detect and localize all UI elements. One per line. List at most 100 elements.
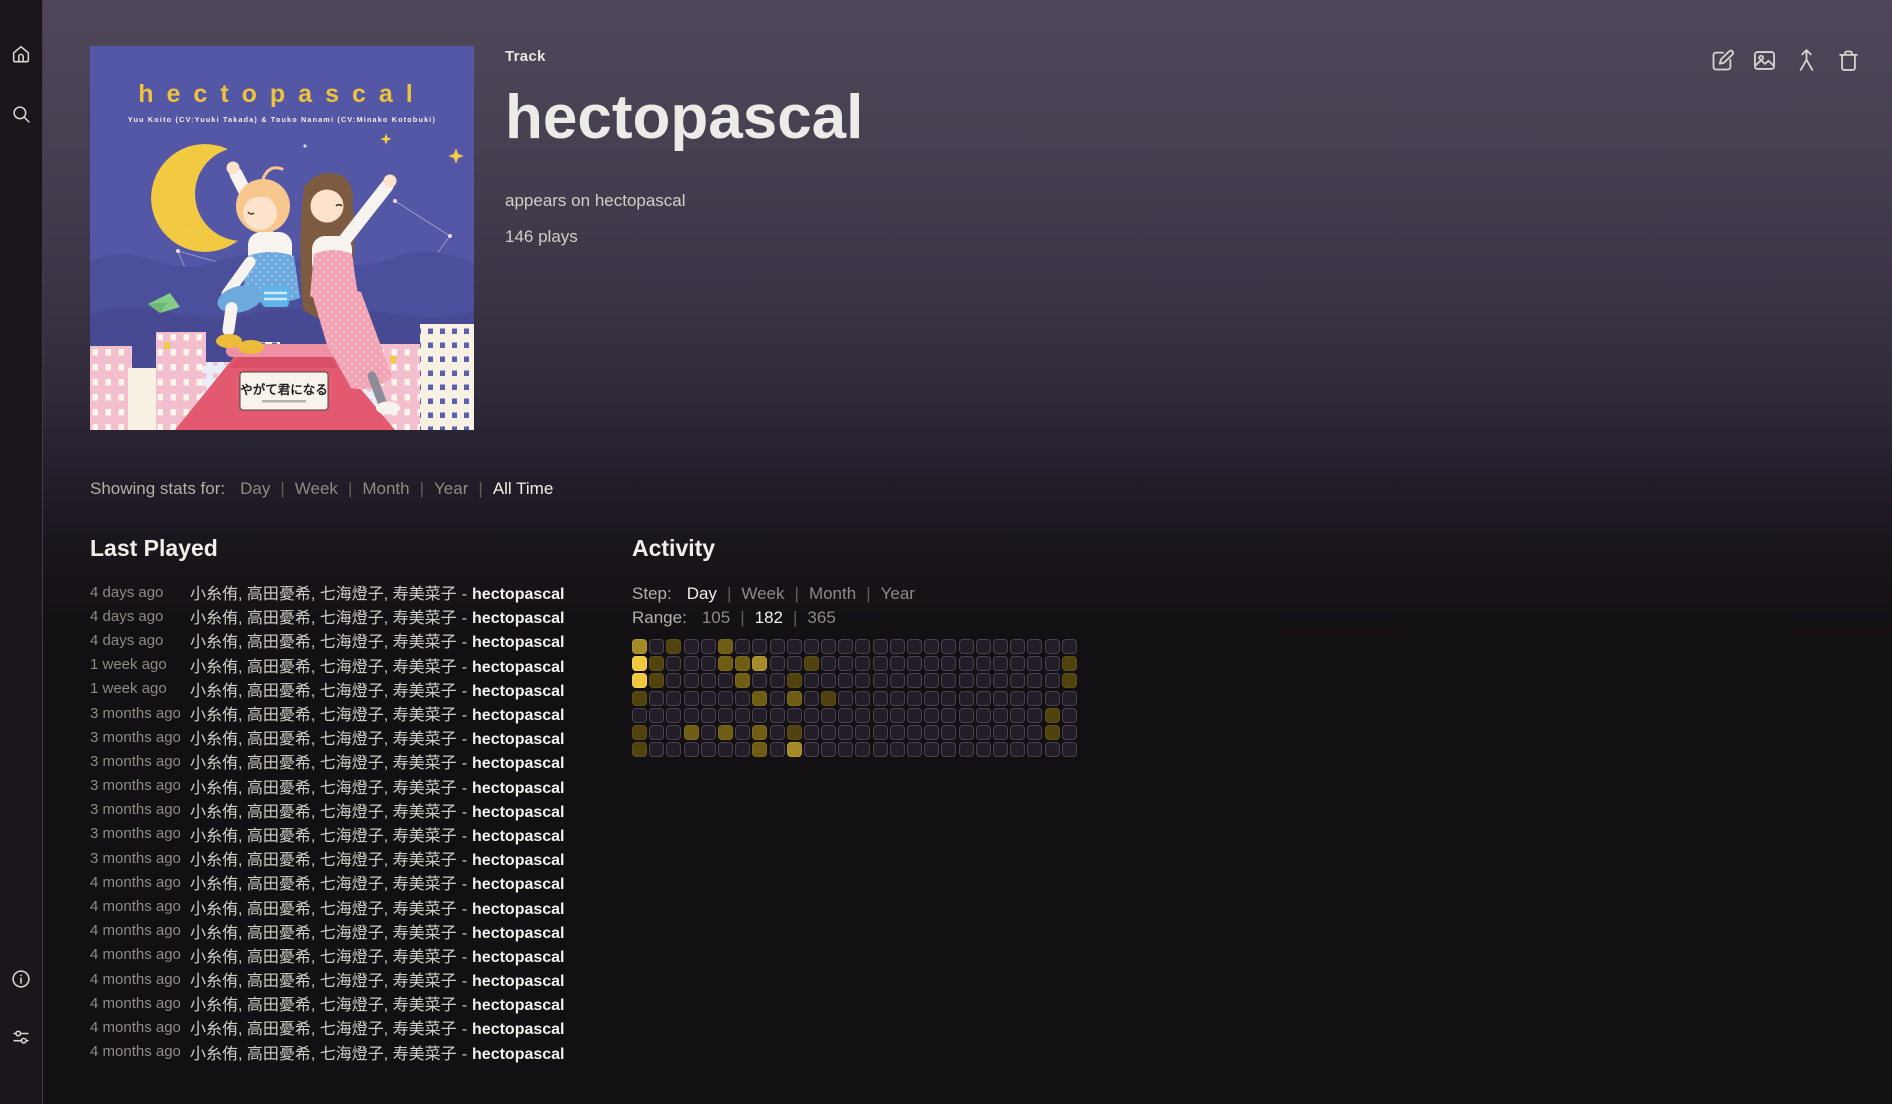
activity-day-cell[interactable] <box>649 691 664 706</box>
activity-day-cell[interactable] <box>993 742 1008 757</box>
activity-day-cell[interactable] <box>855 656 870 671</box>
scrobble-time[interactable]: 1 week ago <box>90 656 190 673</box>
activity-day-cell[interactable] <box>941 708 956 723</box>
activity-day-cell[interactable] <box>1045 691 1060 706</box>
activity-day-cell[interactable] <box>924 656 939 671</box>
activity-day-cell[interactable] <box>666 639 681 654</box>
track-link[interactable]: hectopascal <box>472 973 564 990</box>
activity-day-cell[interactable] <box>649 725 664 740</box>
track-link[interactable]: hectopascal <box>472 925 564 942</box>
range-option-182[interactable]: 182 <box>755 608 783 627</box>
activity-day-cell[interactable] <box>1010 673 1025 688</box>
activity-day-cell[interactable] <box>941 742 956 757</box>
activity-day-cell[interactable] <box>873 656 888 671</box>
scrobble-time[interactable]: 4 months ago <box>90 995 190 1012</box>
activity-day-cell[interactable] <box>907 691 922 706</box>
activity-day-cell[interactable] <box>701 673 716 688</box>
activity-day-cell[interactable] <box>907 742 922 757</box>
track-link[interactable]: hectopascal <box>472 659 564 676</box>
activity-day-cell[interactable] <box>701 691 716 706</box>
activity-day-cell[interactable] <box>787 691 802 706</box>
activity-day-cell[interactable] <box>959 656 974 671</box>
activity-day-cell[interactable] <box>752 725 767 740</box>
activity-day-cell[interactable] <box>924 742 939 757</box>
activity-day-cell[interactable] <box>666 656 681 671</box>
filter-option-month[interactable]: Month <box>362 479 409 498</box>
activity-day-cell[interactable] <box>976 725 991 740</box>
activity-day-cell[interactable] <box>804 708 819 723</box>
activity-day-cell[interactable] <box>993 673 1008 688</box>
activity-day-cell[interactable] <box>959 673 974 688</box>
activity-day-cell[interactable] <box>890 673 905 688</box>
scrobble-time[interactable]: 4 days ago <box>90 608 190 625</box>
artist-links[interactable]: 小糸侑, 高田憂希, 七海燈子, 寿美菜子 <box>190 1021 457 1038</box>
scrobble-time[interactable]: 4 months ago <box>90 898 190 915</box>
track-link[interactable]: hectopascal <box>472 610 564 627</box>
scrobble-time[interactable]: 1 week ago <box>90 680 190 697</box>
activity-day-cell[interactable] <box>666 708 681 723</box>
search-icon[interactable] <box>10 103 32 125</box>
activity-day-cell[interactable] <box>684 708 699 723</box>
track-link[interactable]: hectopascal <box>472 634 564 651</box>
activity-day-cell[interactable] <box>770 742 785 757</box>
activity-day-cell[interactable] <box>924 691 939 706</box>
activity-day-cell[interactable] <box>735 725 750 740</box>
activity-day-cell[interactable] <box>649 708 664 723</box>
activity-day-cell[interactable] <box>701 725 716 740</box>
activity-day-cell[interactable] <box>787 673 802 688</box>
activity-day-cell[interactable] <box>787 656 802 671</box>
activity-day-cell[interactable] <box>924 708 939 723</box>
activity-day-cell[interactable] <box>718 673 733 688</box>
activity-day-cell[interactable] <box>684 691 699 706</box>
edit-icon[interactable] <box>1709 47 1736 74</box>
activity-day-cell[interactable] <box>701 708 716 723</box>
activity-day-cell[interactable] <box>684 673 699 688</box>
activity-day-cell[interactable] <box>924 725 939 740</box>
activity-day-cell[interactable] <box>873 691 888 706</box>
activity-day-cell[interactable] <box>718 725 733 740</box>
activity-day-cell[interactable] <box>838 691 853 706</box>
activity-day-cell[interactable] <box>752 691 767 706</box>
artist-links[interactable]: 小糸侑, 高田憂希, 七海燈子, 寿美菜子 <box>190 804 457 821</box>
activity-day-cell[interactable] <box>907 673 922 688</box>
activity-day-cell[interactable] <box>735 656 750 671</box>
activity-day-cell[interactable] <box>821 725 836 740</box>
activity-day-cell[interactable] <box>804 691 819 706</box>
activity-day-cell[interactable] <box>821 742 836 757</box>
activity-day-cell[interactable] <box>632 708 647 723</box>
activity-day-cell[interactable] <box>993 725 1008 740</box>
activity-day-cell[interactable] <box>649 673 664 688</box>
activity-day-cell[interactable] <box>752 673 767 688</box>
activity-day-cell[interactable] <box>941 691 956 706</box>
activity-day-cell[interactable] <box>855 742 870 757</box>
artist-links[interactable]: 小糸侑, 高田憂希, 七海燈子, 寿美菜子 <box>190 973 457 990</box>
activity-day-cell[interactable] <box>735 673 750 688</box>
scrobble-time[interactable]: 3 months ago <box>90 729 190 746</box>
activity-day-cell[interactable] <box>701 639 716 654</box>
activity-day-cell[interactable] <box>1010 725 1025 740</box>
scrobble-time[interactable]: 3 months ago <box>90 850 190 867</box>
scrobble-time[interactable]: 3 months ago <box>90 801 190 818</box>
activity-day-cell[interactable] <box>890 691 905 706</box>
scrobble-time[interactable]: 4 months ago <box>90 971 190 988</box>
artist-links[interactable]: 小糸侑, 高田憂希, 七海燈子, 寿美菜子 <box>190 683 457 700</box>
filter-option-all-time[interactable]: All Time <box>493 479 553 498</box>
activity-day-cell[interactable] <box>855 691 870 706</box>
activity-day-cell[interactable] <box>718 691 733 706</box>
artist-links[interactable]: 小糸侑, 高田憂希, 七海燈子, 寿美菜子 <box>190 828 457 845</box>
activity-day-cell[interactable] <box>838 639 853 654</box>
activity-day-cell[interactable] <box>890 656 905 671</box>
activity-day-cell[interactable] <box>649 656 664 671</box>
activity-day-cell[interactable] <box>804 639 819 654</box>
activity-day-cell[interactable] <box>959 742 974 757</box>
activity-day-cell[interactable] <box>666 742 681 757</box>
activity-day-cell[interactable] <box>632 639 647 654</box>
activity-day-cell[interactable] <box>735 708 750 723</box>
activity-day-cell[interactable] <box>1045 725 1060 740</box>
track-link[interactable]: hectopascal <box>472 683 564 700</box>
activity-day-cell[interactable] <box>976 673 991 688</box>
activity-day-cell[interactable] <box>1062 656 1077 671</box>
step-option-week[interactable]: Week <box>741 584 784 603</box>
activity-day-cell[interactable] <box>976 656 991 671</box>
activity-day-cell[interactable] <box>1010 656 1025 671</box>
